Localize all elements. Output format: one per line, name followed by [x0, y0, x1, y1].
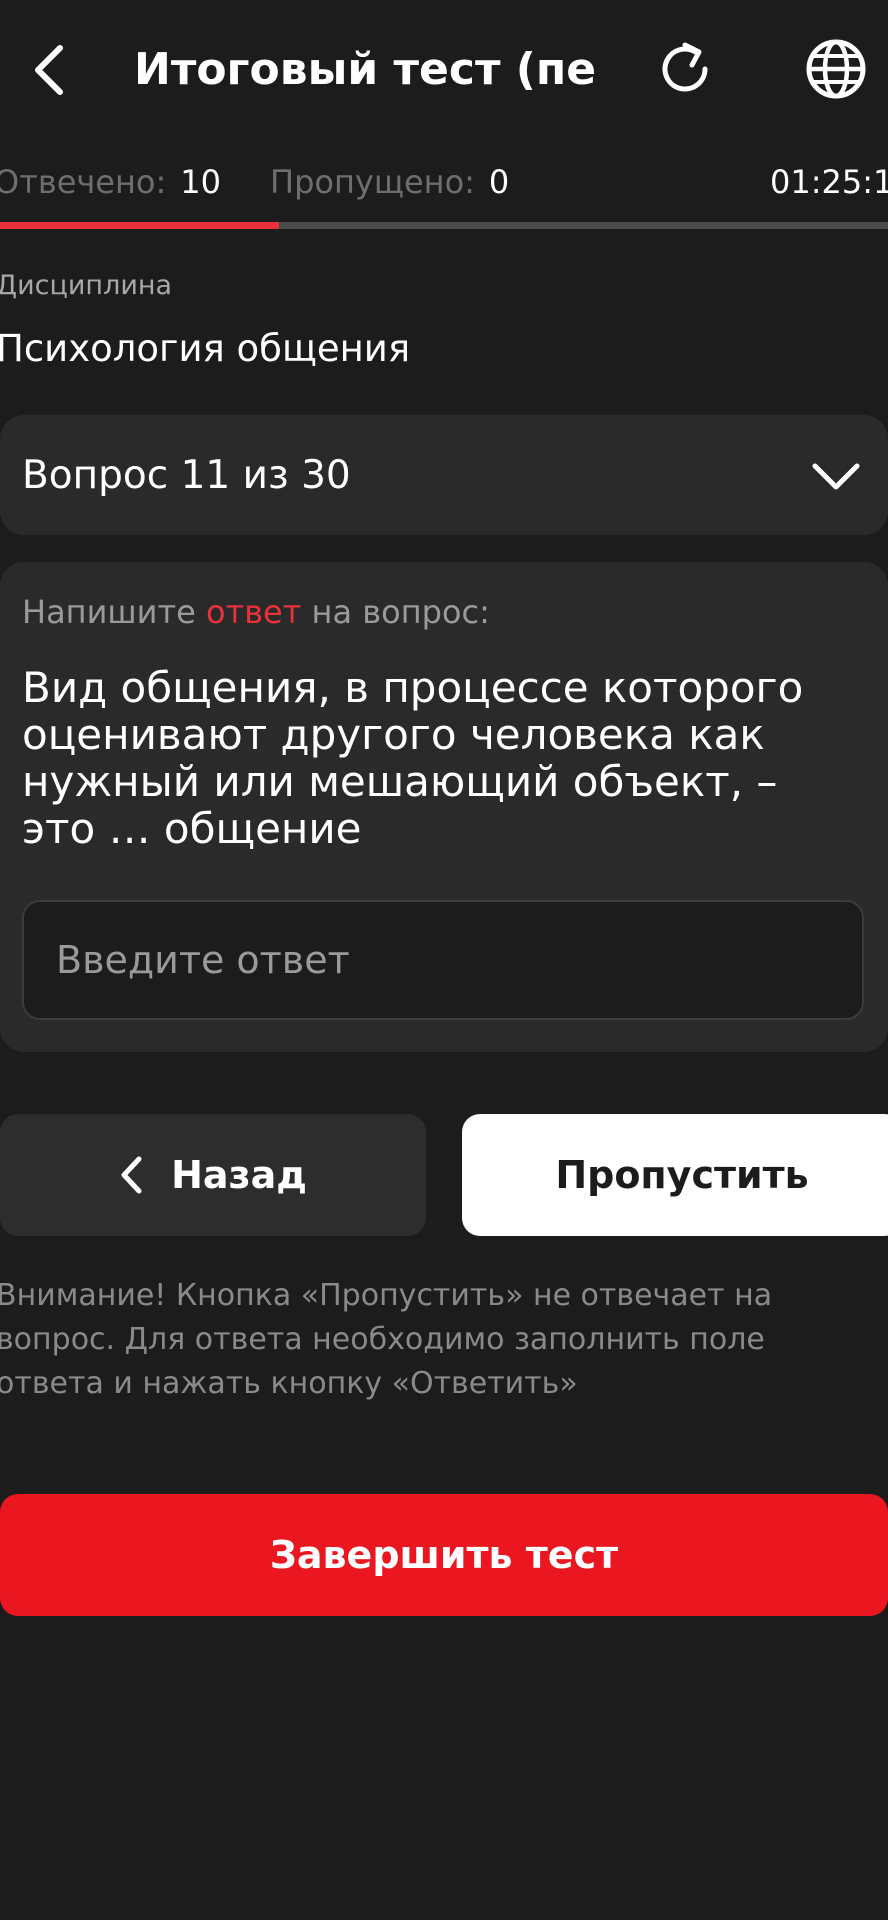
skipped-stat: Пропущено: 0	[270, 160, 509, 204]
page-title: Итоговый тест (пе...	[134, 44, 594, 95]
skip-button[interactable]: Пропустить	[462, 1114, 888, 1236]
question-prompt: Напишите ответ на вопрос:	[22, 593, 490, 631]
discipline-label: Дисциплина	[0, 270, 173, 301]
question-text: Вид общения, в процессе которого оценива…	[22, 663, 804, 853]
notice-text: Внимание! Кнопка «Пропустить» не отвечае…	[0, 1278, 773, 1401]
finish-test-button[interactable]: Завершить тест	[0, 1494, 888, 1616]
back-button[interactable]: Назад	[0, 1114, 426, 1236]
progress-fill	[0, 222, 280, 229]
finish-test-label: Завершить тест	[269, 1533, 619, 1577]
language-button[interactable]	[798, 34, 874, 104]
refresh-icon	[662, 42, 708, 92]
answered-stat: Отвечено: 10	[0, 160, 221, 204]
question-selector-label: Вопрос 11 из 30	[22, 453, 351, 498]
chevron-down-icon[interactable]	[808, 452, 864, 502]
prompt-accent: ответ	[205, 593, 302, 631]
timer: 01:25:11	[770, 163, 888, 201]
globe-icon	[806, 39, 866, 99]
skipped-label: Пропущено:	[270, 163, 475, 201]
discipline-value: Психология общения	[0, 327, 411, 370]
back-nav-button[interactable]	[20, 30, 80, 110]
back-button-label: Назад	[171, 1153, 307, 1197]
answer-input[interactable]	[22, 900, 864, 1020]
refresh-button[interactable]	[650, 34, 720, 104]
skipped-value: 0	[488, 163, 510, 201]
chevron-left-icon	[35, 45, 63, 95]
answered-value: 10	[180, 163, 221, 201]
skip-button-label: Пропустить	[555, 1153, 809, 1197]
answered-label: Отвечено:	[0, 163, 167, 201]
progress-bar	[0, 222, 888, 229]
chevron-left-icon	[121, 1156, 142, 1194]
